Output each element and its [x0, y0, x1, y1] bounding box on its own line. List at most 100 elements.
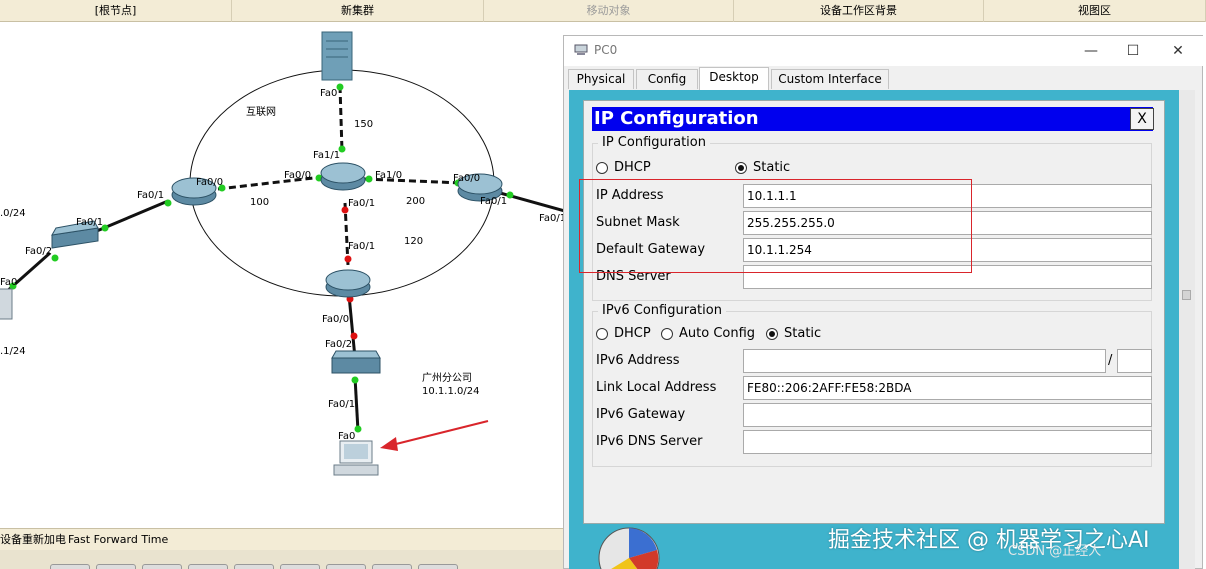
red-arrow-head — [380, 437, 398, 451]
device-slot[interactable] — [50, 564, 90, 569]
tab-desktop[interactable]: Desktop — [699, 67, 769, 90]
port-label: Fa0/2 — [25, 246, 52, 257]
root-node-button[interactable]: [根节点] — [0, 0, 232, 22]
port-dot — [336, 83, 344, 91]
tab-physical[interactable]: Physical — [568, 69, 634, 89]
port-dot — [164, 199, 172, 207]
ipv6-prefix-input[interactable] — [1117, 349, 1152, 373]
ipv6-auto-config-radio[interactable]: Auto Config — [661, 326, 755, 341]
move-object-button[interactable]: 移动对象 — [484, 0, 734, 22]
ip-config-close-button[interactable]: X — [1130, 108, 1154, 130]
radio-dot-selected — [766, 327, 778, 340]
branch-network-label: 10.1.1.0/24 — [422, 386, 479, 397]
tab-config[interactable]: Config — [636, 69, 698, 89]
port-label: Fa0/2 — [325, 339, 352, 350]
static-label: Static — [753, 160, 791, 175]
ip-config-header: IP Configuration — [592, 107, 1153, 131]
desktop-app-icon[interactable] — [589, 518, 669, 569]
port-dot — [51, 254, 59, 262]
device-slot[interactable] — [326, 564, 366, 569]
ipv6-gateway-label: IPv6 Gateway — [596, 407, 686, 422]
port-label: Fa0/1 — [480, 196, 507, 207]
left-pc-icon — [0, 288, 13, 320]
workspace-background-button[interactable]: 设备工作区背景 — [734, 0, 984, 22]
device-slot[interactable] — [372, 564, 412, 569]
device-slot[interactable] — [142, 564, 182, 569]
port-dot — [344, 255, 352, 263]
port-label: Fa0/1 — [76, 217, 103, 228]
port-label: Fa0/0 — [453, 173, 480, 184]
power-cycle-button[interactable]: 设备重新加电 — [0, 529, 66, 551]
ipv6-dhcp-label: DHCP — [614, 326, 651, 341]
link-local-address-input[interactable]: FE80::206:2AFF:FE58:2BDA — [743, 376, 1152, 400]
device-slot[interactable] — [280, 564, 320, 569]
pc-app-icon — [574, 44, 588, 55]
device-slot[interactable] — [418, 564, 458, 569]
port-dot — [506, 191, 514, 199]
radio-dot — [661, 327, 673, 340]
port-dot — [365, 175, 373, 183]
close-button[interactable]: ✕ — [1166, 39, 1190, 63]
port-label: Fa1/0 — [375, 170, 402, 181]
port-label: Fa0 — [0, 277, 17, 288]
minimize-button[interactable]: — — [1079, 39, 1103, 63]
left-network-label: .0/24 — [0, 208, 26, 219]
pc0-window: PC0 — ☐ ✕ Physical Config Desktop Custom… — [563, 35, 1204, 569]
port-label: Fa0 — [320, 88, 337, 99]
desktop-scrollbar[interactable] — [1179, 90, 1195, 569]
router-center-icon — [320, 162, 366, 191]
device-slot[interactable] — [96, 564, 136, 569]
ipv6-gateway-input[interactable] — [743, 403, 1152, 427]
fast-forward-button[interactable]: Fast Forward Time — [68, 529, 168, 551]
tab-custom-interface[interactable]: Custom Interface — [771, 69, 889, 89]
port-dot — [351, 376, 359, 384]
port-dot — [354, 425, 362, 433]
link-cost-label: 200 — [406, 196, 425, 207]
link-local-address-label: Link Local Address — [596, 380, 717, 395]
pc-icon — [333, 440, 379, 476]
scroll-thumb[interactable] — [1182, 290, 1191, 300]
ip-configuration-window: IP Configuration X IP Configuration DHCP… — [579, 100, 1165, 524]
ipv6-address-input[interactable] — [743, 349, 1106, 373]
topology-canvas: 互联网 Fa0 150 Fa1/1 Fa0/0 Fa1/0 Fa0/1 Fa0/… — [0, 31, 565, 476]
port-label: Fa1/1 — [313, 150, 340, 161]
port-label: Fa0/0 — [322, 314, 349, 325]
desktop-area: IP Configuration X IP Configuration DHCP… — [569, 90, 1195, 569]
switch-bottom-icon — [331, 350, 381, 374]
link-switch-pc — [353, 376, 360, 432]
logical-workspace[interactable]: 互联网 Fa0 150 Fa1/1 Fa0/0 Fa1/0 Fa0/1 Fa0/… — [0, 23, 565, 530]
router-bottom-icon — [325, 269, 371, 298]
ring-label: 互联网 — [246, 106, 276, 118]
ipv6-static-radio[interactable]: Static — [766, 326, 821, 341]
ipv6-group-title: IPv6 Configuration — [598, 303, 726, 318]
port-label: Fa0/1 — [348, 241, 375, 252]
link-server-center — [338, 85, 344, 152]
link-cost-label: 100 — [250, 197, 269, 208]
link-cost-label: 120 — [404, 236, 423, 247]
left-network-label: .1/24 — [0, 346, 26, 357]
ipv6-static-label: Static — [784, 326, 822, 341]
maximize-button[interactable]: ☐ — [1121, 39, 1145, 63]
window-titlebar[interactable]: PC0 — ☐ ✕ — [564, 36, 1204, 66]
dhcp-label: DHCP — [614, 160, 651, 175]
watermark-subtext: CSDN @正经人 — [1008, 544, 1102, 559]
prefix-slash: / — [1108, 353, 1113, 368]
port-label: Fa0/0 — [284, 170, 311, 181]
radio-dot — [596, 327, 608, 340]
ipv6-address-label: IPv6 Address — [596, 353, 680, 368]
dhcp-radio[interactable]: DHCP — [596, 160, 651, 175]
link-cost-label: 150 — [354, 119, 373, 130]
server-icon — [321, 31, 353, 81]
ipv6-dns-server-input[interactable] — [743, 430, 1152, 454]
static-radio[interactable]: Static — [735, 160, 790, 175]
new-cluster-button[interactable]: 新集群 — [232, 0, 484, 22]
window-title: PC0 — [594, 43, 618, 57]
red-arrow-line — [391, 420, 489, 446]
ipv6-dhcp-radio[interactable]: DHCP — [596, 326, 651, 341]
status-bar: 设备重新加电 Fast Forward Time — [0, 528, 565, 550]
device-panel-strip — [0, 550, 565, 569]
port-label: Fa0/1 — [137, 190, 164, 201]
viewport-button[interactable]: 视图区 — [984, 0, 1206, 22]
device-slot[interactable] — [188, 564, 228, 569]
device-slot[interactable] — [234, 564, 274, 569]
